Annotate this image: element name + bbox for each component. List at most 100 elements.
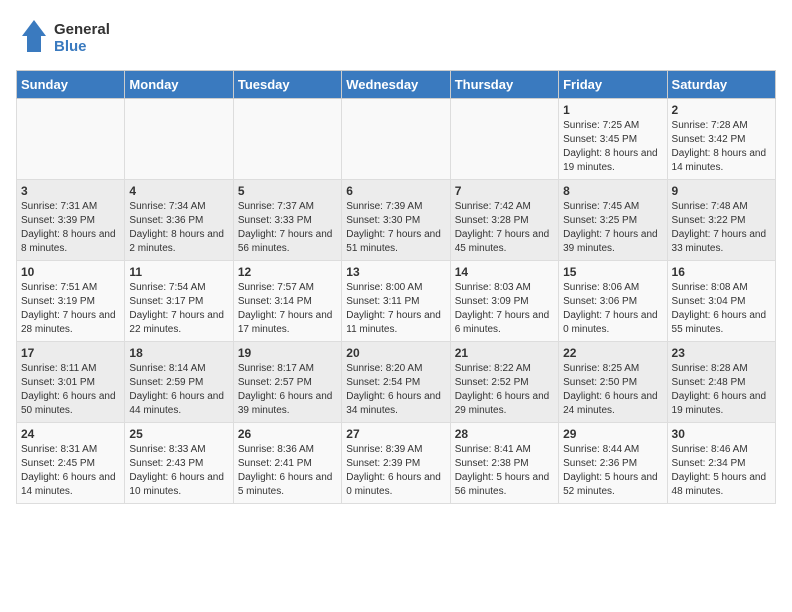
calendar-row: 3 Sunrise: 7:31 AM Sunset: 3:39 PM Daylig… bbox=[17, 180, 776, 261]
calendar-row: 24Sunrise: 8:31 AM Sunset: 2:45 PM Dayli… bbox=[17, 423, 776, 504]
calendar-body: 1 Sunrise: 7:25 AM Sunset: 3:45 PM Daylig… bbox=[17, 99, 776, 504]
header-day: Tuesday bbox=[233, 71, 341, 99]
day-info: Sunrise: 8:03 AM Sunset: 3:09 PM Dayligh… bbox=[455, 281, 554, 337]
calendar-cell: 13 Sunrise: 8:00 AM Sunset: 3:11 PM Dayli… bbox=[342, 261, 450, 342]
day-info: Sunrise: 7:34 AM Sunset: 3:36 PM Dayligh… bbox=[129, 200, 228, 256]
day-number: 27 bbox=[346, 427, 445, 441]
calendar-cell: 23Sunrise: 8:28 AM Sunset: 2:48 PM Dayli… bbox=[667, 342, 775, 423]
calendar-row: 10 Sunrise: 7:51 AM Sunset: 3:19 PM Dayli… bbox=[17, 261, 776, 342]
calendar-cell: 10 Sunrise: 7:51 AM Sunset: 3:19 PM Dayli… bbox=[17, 261, 125, 342]
header-day: Sunday bbox=[17, 71, 125, 99]
day-info: Sunrise: 8:08 AM Sunset: 3:04 PM Dayligh… bbox=[672, 281, 771, 337]
day-info: Sunrise: 8:39 AM Sunset: 2:39 PM Dayligh… bbox=[346, 443, 445, 499]
day-info: Sunrise: 7:25 AM Sunset: 3:45 PM Dayligh… bbox=[563, 119, 662, 175]
day-info: Sunrise: 7:45 AM Sunset: 3:25 PM Dayligh… bbox=[563, 200, 662, 256]
calendar-cell: 30Sunrise: 8:46 AM Sunset: 2:34 PM Dayli… bbox=[667, 423, 775, 504]
calendar-cell: 25Sunrise: 8:33 AM Sunset: 2:43 PM Dayli… bbox=[125, 423, 233, 504]
calendar-cell: 26Sunrise: 8:36 AM Sunset: 2:41 PM Dayli… bbox=[233, 423, 341, 504]
day-info: Sunrise: 7:37 AM Sunset: 3:33 PM Dayligh… bbox=[238, 200, 337, 256]
day-number: 18 bbox=[129, 346, 228, 360]
calendar-cell: 17Sunrise: 8:11 AM Sunset: 3:01 PM Dayli… bbox=[17, 342, 125, 423]
day-number: 13 bbox=[346, 265, 445, 279]
day-number: 10 bbox=[21, 265, 120, 279]
day-number: 9 bbox=[672, 184, 771, 198]
calendar-cell: 8 Sunrise: 7:45 AM Sunset: 3:25 PM Daylig… bbox=[559, 180, 667, 261]
day-info: Sunrise: 7:42 AM Sunset: 3:28 PM Dayligh… bbox=[455, 200, 554, 256]
svg-text:Blue: Blue bbox=[54, 38, 87, 55]
calendar-cell: 14 Sunrise: 8:03 AM Sunset: 3:09 PM Dayli… bbox=[450, 261, 558, 342]
calendar-row: 17Sunrise: 8:11 AM Sunset: 3:01 PM Dayli… bbox=[17, 342, 776, 423]
calendar-cell: 7 Sunrise: 7:42 AM Sunset: 3:28 PM Daylig… bbox=[450, 180, 558, 261]
day-info: Sunrise: 8:44 AM Sunset: 2:36 PM Dayligh… bbox=[563, 443, 662, 499]
day-number: 5 bbox=[238, 184, 337, 198]
day-info: Sunrise: 8:46 AM Sunset: 2:34 PM Dayligh… bbox=[672, 443, 771, 499]
day-number: 20 bbox=[346, 346, 445, 360]
day-info: Sunrise: 7:48 AM Sunset: 3:22 PM Dayligh… bbox=[672, 200, 771, 256]
calendar-cell: 2 Sunrise: 7:28 AM Sunset: 3:42 PM Daylig… bbox=[667, 99, 775, 180]
calendar-cell: 12 Sunrise: 7:57 AM Sunset: 3:14 PM Dayli… bbox=[233, 261, 341, 342]
day-info: Sunrise: 8:11 AM Sunset: 3:01 PM Dayligh… bbox=[21, 362, 120, 418]
calendar-cell: 27 Sunrise: 8:39 AM Sunset: 2:39 PM Dayli… bbox=[342, 423, 450, 504]
day-number: 19 bbox=[238, 346, 337, 360]
calendar-cell: 24Sunrise: 8:31 AM Sunset: 2:45 PM Dayli… bbox=[17, 423, 125, 504]
day-number: 21 bbox=[455, 346, 554, 360]
day-info: Sunrise: 8:25 AM Sunset: 2:50 PM Dayligh… bbox=[563, 362, 662, 418]
header-day: Friday bbox=[559, 71, 667, 99]
calendar-cell: 5 Sunrise: 7:37 AM Sunset: 3:33 PM Daylig… bbox=[233, 180, 341, 261]
calendar-cell: 11Sunrise: 7:54 AM Sunset: 3:17 PM Dayli… bbox=[125, 261, 233, 342]
day-info: Sunrise: 7:28 AM Sunset: 3:42 PM Dayligh… bbox=[672, 119, 771, 175]
calendar-cell: 20 Sunrise: 8:20 AM Sunset: 2:54 PM Dayli… bbox=[342, 342, 450, 423]
day-info: Sunrise: 8:33 AM Sunset: 2:43 PM Dayligh… bbox=[129, 443, 228, 499]
day-info: Sunrise: 8:36 AM Sunset: 2:41 PM Dayligh… bbox=[238, 443, 337, 499]
day-info: Sunrise: 7:57 AM Sunset: 3:14 PM Dayligh… bbox=[238, 281, 337, 337]
logo: General Blue bbox=[16, 16, 126, 58]
day-number: 15 bbox=[563, 265, 662, 279]
calendar-cell bbox=[450, 99, 558, 180]
day-number: 22 bbox=[563, 346, 662, 360]
day-number: 1 bbox=[563, 103, 662, 117]
day-info: Sunrise: 8:14 AM Sunset: 2:59 PM Dayligh… bbox=[129, 362, 228, 418]
calendar-cell: 28 Sunrise: 8:41 AM Sunset: 2:38 PM Dayli… bbox=[450, 423, 558, 504]
day-number: 4 bbox=[129, 184, 228, 198]
calendar-cell: 22 Sunrise: 8:25 AM Sunset: 2:50 PM Dayli… bbox=[559, 342, 667, 423]
calendar-cell: 15 Sunrise: 8:06 AM Sunset: 3:06 PM Dayli… bbox=[559, 261, 667, 342]
day-number: 6 bbox=[346, 184, 445, 198]
day-info: Sunrise: 8:20 AM Sunset: 2:54 PM Dayligh… bbox=[346, 362, 445, 418]
day-number: 28 bbox=[455, 427, 554, 441]
calendar-cell: 6 Sunrise: 7:39 AM Sunset: 3:30 PM Daylig… bbox=[342, 180, 450, 261]
calendar-cell: 16 Sunrise: 8:08 AM Sunset: 3:04 PM Dayli… bbox=[667, 261, 775, 342]
svg-text:General: General bbox=[54, 21, 110, 38]
logo-svg: General Blue bbox=[16, 16, 126, 58]
day-info: Sunrise: 8:00 AM Sunset: 3:11 PM Dayligh… bbox=[346, 281, 445, 337]
day-number: 12 bbox=[238, 265, 337, 279]
day-number: 23 bbox=[672, 346, 771, 360]
header-day: Wednesday bbox=[342, 71, 450, 99]
calendar-cell: 18 Sunrise: 8:14 AM Sunset: 2:59 PM Dayli… bbox=[125, 342, 233, 423]
day-info: Sunrise: 7:39 AM Sunset: 3:30 PM Dayligh… bbox=[346, 200, 445, 256]
calendar-cell: 3 Sunrise: 7:31 AM Sunset: 3:39 PM Daylig… bbox=[17, 180, 125, 261]
calendar-cell: 4 Sunrise: 7:34 AM Sunset: 3:36 PM Daylig… bbox=[125, 180, 233, 261]
calendar-table: SundayMondayTuesdayWednesdayThursdayFrid… bbox=[16, 70, 776, 504]
calendar-cell: 21 Sunrise: 8:22 AM Sunset: 2:52 PM Dayli… bbox=[450, 342, 558, 423]
day-info: Sunrise: 8:06 AM Sunset: 3:06 PM Dayligh… bbox=[563, 281, 662, 337]
calendar-header: SundayMondayTuesdayWednesdayThursdayFrid… bbox=[17, 71, 776, 99]
header-day: Monday bbox=[125, 71, 233, 99]
day-number: 24 bbox=[21, 427, 120, 441]
day-number: 11 bbox=[129, 265, 228, 279]
day-number: 2 bbox=[672, 103, 771, 117]
day-info: Sunrise: 8:22 AM Sunset: 2:52 PM Dayligh… bbox=[455, 362, 554, 418]
header-day: Saturday bbox=[667, 71, 775, 99]
page-header: General Blue bbox=[16, 16, 776, 58]
day-info: Sunrise: 8:41 AM Sunset: 2:38 PM Dayligh… bbox=[455, 443, 554, 499]
day-number: 7 bbox=[455, 184, 554, 198]
calendar-cell bbox=[17, 99, 125, 180]
calendar-cell bbox=[233, 99, 341, 180]
day-number: 3 bbox=[21, 184, 120, 198]
day-info: Sunrise: 7:31 AM Sunset: 3:39 PM Dayligh… bbox=[21, 200, 120, 256]
day-number: 29 bbox=[563, 427, 662, 441]
day-number: 14 bbox=[455, 265, 554, 279]
day-number: 16 bbox=[672, 265, 771, 279]
calendar-cell: 19Sunrise: 8:17 AM Sunset: 2:57 PM Dayli… bbox=[233, 342, 341, 423]
day-number: 8 bbox=[563, 184, 662, 198]
day-info: Sunrise: 7:51 AM Sunset: 3:19 PM Dayligh… bbox=[21, 281, 120, 337]
